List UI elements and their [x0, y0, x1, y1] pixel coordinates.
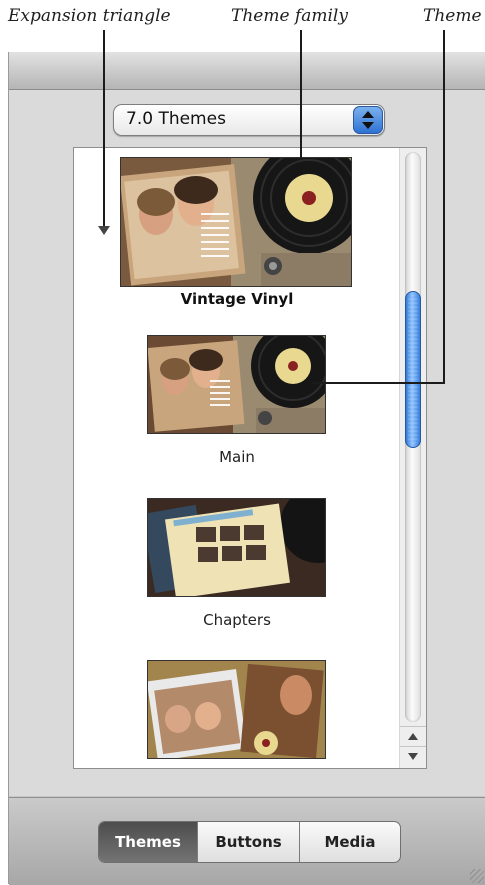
theme-family-label: Vintage Vinyl: [180, 290, 294, 308]
theme-thumbnail-chapters[interactable]: [147, 498, 326, 597]
tab-themes[interactable]: Themes: [99, 822, 197, 862]
theme-set-popup-label: 7.0 Themes: [126, 109, 226, 129]
window-titlebar: [9, 52, 485, 90]
main-theme-image: [148, 336, 325, 433]
scroll-up-arrow-icon[interactable]: [400, 726, 426, 746]
tab-buttons[interactable]: Buttons: [197, 822, 299, 862]
themes-scrollbar[interactable]: [399, 148, 426, 768]
expansion-triangle-leader: [103, 30, 105, 226]
callout-theme-family: Theme family: [231, 6, 348, 26]
theme-family-leader: [300, 30, 302, 160]
callout-theme: Theme: [423, 6, 482, 26]
callout-expansion-triangle: Expansion triangle: [8, 6, 171, 26]
vinyl-family-image: [121, 158, 351, 286]
themes-window: 7.0 Themes Vintage Vinyl Main Chapters T…: [8, 52, 485, 885]
bottom-toolbar: Themes Buttons Media: [9, 797, 485, 885]
resize-grip-icon[interactable]: [470, 869, 484, 883]
theme-thumbnail-third[interactable]: [147, 660, 326, 759]
tab-media[interactable]: Media: [299, 822, 400, 862]
popup-stepper-icon[interactable]: [353, 106, 383, 134]
chapters-theme-image: [148, 499, 325, 596]
scroll-down-arrow-icon[interactable]: [400, 746, 426, 768]
theme-leader-vertical: [443, 30, 445, 384]
theme-thumbnail-main[interactable]: [147, 335, 326, 434]
theme-set-popup[interactable]: 7.0 Themes: [113, 104, 385, 136]
themes-panel: 7.0 Themes Vintage Vinyl Main Chapters: [9, 90, 485, 796]
theme-family-thumbnail[interactable]: [120, 157, 352, 287]
scroll-thumb[interactable]: [405, 291, 421, 448]
theme-label-chapters: Chapters: [203, 611, 271, 629]
theme-leader-horizontal: [312, 382, 445, 384]
pane-selector: Themes Buttons Media: [98, 821, 401, 863]
expansion-triangle-icon[interactable]: [98, 226, 110, 235]
third-theme-image: [148, 661, 325, 758]
theme-label-main: Main: [219, 448, 255, 466]
themes-list[interactable]: Vintage Vinyl Main Chapters: [73, 147, 427, 769]
